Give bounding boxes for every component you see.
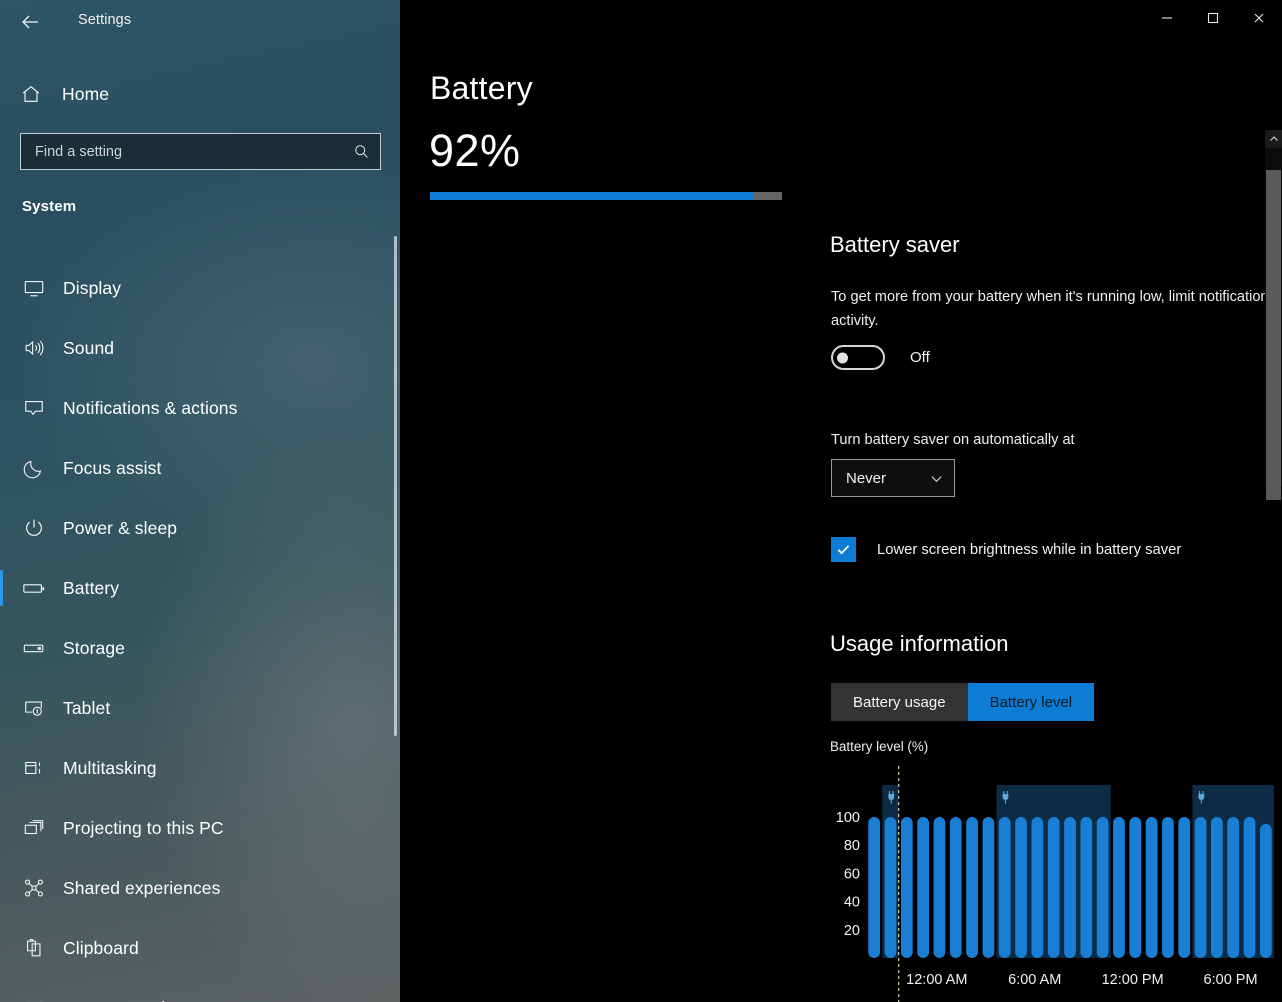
svg-text:100: 100: [836, 810, 860, 826]
sidebar-item-tablet[interactable]: Tablet: [0, 678, 400, 738]
minimize-icon[interactable]: [1144, 0, 1190, 36]
svg-text:20: 20: [844, 923, 860, 939]
scrollbar-thumb[interactable]: [1266, 170, 1281, 500]
window-controls: [1144, 0, 1282, 36]
storage-icon: [20, 634, 48, 662]
monitor-icon: [20, 274, 48, 302]
sidebar-item-label: Shared experiences: [63, 877, 221, 898]
usage-information-heading: Usage information: [830, 631, 1009, 656]
lower-brightness-checkbox[interactable]: [831, 537, 856, 562]
maximize-icon[interactable]: [1190, 0, 1236, 36]
sidebar-item-notifications-actions[interactable]: Notifications & actions: [0, 378, 400, 438]
moon-icon: [20, 454, 48, 482]
svg-text:12:00 AM: 12:00 AM: [906, 972, 967, 988]
selection-indicator: [0, 570, 3, 606]
sidebar-item-label: Storage: [63, 637, 125, 658]
sidebar-item-focus-assist[interactable]: Focus assist: [0, 438, 400, 498]
battery-level-progress-fill: [430, 192, 754, 200]
sidebar-item-label: Focus assist: [63, 457, 162, 478]
notification-icon: [20, 394, 48, 422]
sidebar-nav-list: Display Sound Notifications & actions Fo…: [0, 258, 400, 1002]
search-input[interactable]: [21, 143, 342, 160]
settings-window: Settings Home System: [0, 0, 1282, 1002]
tablet-icon: [20, 694, 48, 722]
tab-battery-usage[interactable]: Battery usage: [831, 683, 968, 721]
main-content: Battery 92% Battery saver To get more fr…: [400, 0, 1282, 1002]
sidebar-item-clipboard[interactable]: Clipboard: [0, 918, 400, 978]
sidebar-item-home[interactable]: Home: [0, 74, 400, 114]
lower-brightness-label: Lower screen brightness while in battery…: [877, 541, 1182, 558]
sidebar-item-label: Clipboard: [63, 937, 139, 958]
sidebar-item-shared-experiences[interactable]: Shared experiences: [0, 858, 400, 918]
chart-axis-title: Battery level (%): [830, 739, 929, 754]
sidebar-titlebar: Settings: [0, 0, 400, 44]
svg-text:12:00 PM: 12:00 PM: [1102, 972, 1164, 988]
sidebar-item-label: Remote Desktop: [63, 998, 195, 1002]
chevron-down-icon: [929, 471, 944, 486]
sidebar-item-storage[interactable]: Storage: [0, 618, 400, 678]
window-title: Settings: [78, 12, 132, 28]
battery-icon: [20, 574, 48, 602]
sidebar-item-label: Multitasking: [63, 757, 157, 778]
battery-percent-value: 92%: [429, 125, 521, 176]
sidebar-item-label: Projecting to this PC: [63, 817, 224, 838]
sidebar-item-battery[interactable]: Battery: [0, 558, 400, 618]
multitasking-icon: [20, 754, 48, 782]
clipboard-icon: [20, 934, 48, 962]
svg-text:60: 60: [844, 866, 860, 882]
main-scrollbar[interactable]: [1265, 130, 1282, 500]
svg-text:6:00 PM: 6:00 PM: [1204, 972, 1258, 988]
sidebar-item-label: Notifications & actions: [63, 397, 238, 418]
svg-text:6:00 AM: 6:00 AM: [1008, 972, 1061, 988]
battery-level-progress-bar: [430, 192, 782, 200]
sidebar-item-projecting-to-this-pc[interactable]: Projecting to this PC: [0, 798, 400, 858]
battery-saver-toggle-state: Off: [910, 349, 930, 366]
auto-battery-saver-label: Turn battery saver on automatically at: [831, 432, 1075, 448]
back-arrow-icon[interactable]: [12, 5, 48, 39]
search-icon[interactable]: [342, 143, 380, 160]
sidebar-item-label-home: Home: [62, 83, 110, 104]
lower-brightness-row[interactable]: Lower screen brightness while in battery…: [831, 537, 1181, 562]
share-icon: [20, 874, 48, 902]
dropdown-selected-value: Never: [846, 469, 887, 487]
battery-saver-toggle[interactable]: [831, 345, 885, 370]
sidebar-item-label: Display: [63, 277, 122, 298]
sidebar-item-remote-desktop[interactable]: Remote Desktop: [0, 978, 400, 1002]
scroll-up-icon[interactable]: [1265, 130, 1282, 148]
sidebar-item-multitasking[interactable]: Multitasking: [0, 738, 400, 798]
battery-saver-toggle-row: Off: [831, 345, 930, 370]
sidebar-item-sound[interactable]: Sound: [0, 318, 400, 378]
sidebar-item-display[interactable]: Display: [0, 258, 400, 318]
sidebar-item-label: Tablet: [63, 697, 111, 718]
usage-tabs: Battery usage Battery level: [831, 683, 1095, 721]
svg-text:80: 80: [844, 838, 860, 854]
toggle-knob: [837, 352, 848, 363]
battery-saver-heading: Battery saver: [830, 232, 960, 257]
sidebar: Settings Home System: [0, 0, 400, 1002]
search-box[interactable]: [20, 133, 381, 170]
tab-battery-level[interactable]: Battery level: [967, 683, 1095, 721]
sidebar-item-label: Battery: [63, 577, 120, 598]
sidebar-scrollbar[interactable]: [394, 236, 397, 736]
sidebar-item-power-sleep[interactable]: Power & sleep: [0, 498, 400, 558]
sidebar-section-header: System: [22, 198, 77, 215]
sidebar-item-label: Sound: [63, 337, 115, 358]
close-icon[interactable]: [1236, 0, 1282, 36]
power-icon: [20, 514, 48, 542]
svg-text:40: 40: [844, 895, 860, 911]
remote-desktop-icon: [20, 994, 48, 1002]
battery-level-chart[interactable]: 20 40 60 80 100 12:00 AM 6:00 AM 12:00 PM 6:00 P…: [830, 758, 1282, 1002]
battery-saver-description: To get more from your battery when it's …: [831, 289, 1282, 329]
home-icon: [20, 83, 50, 105]
auto-battery-saver-dropdown[interactable]: Never: [831, 459, 955, 497]
projecting-icon: [20, 814, 48, 842]
scrollbar-track[interactable]: [1265, 148, 1282, 500]
sidebar-item-label: Power & sleep: [63, 517, 178, 538]
speaker-icon: [20, 334, 48, 362]
page-title: Battery: [430, 70, 533, 106]
